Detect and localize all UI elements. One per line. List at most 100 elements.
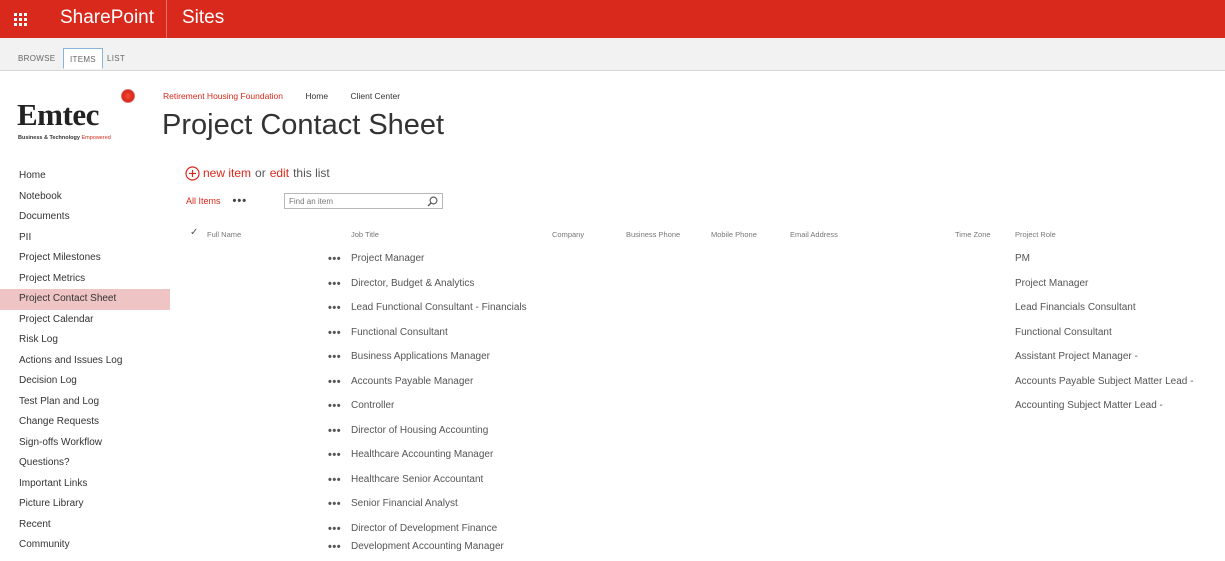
all-items-view[interactable]: All Items [186, 196, 221, 206]
suite-bar: SharePoint Sites [0, 0, 1225, 38]
this-list-text: this list [293, 166, 330, 180]
add-circle-icon[interactable] [185, 165, 200, 181]
job-title-cell: Director, Budget & Analytics [351, 277, 475, 289]
tab-list[interactable]: LIST [101, 48, 131, 69]
nav-item-notebook[interactable]: Notebook [0, 187, 170, 208]
nav-item-risk-log[interactable]: Risk Log [0, 330, 170, 351]
logo-tagline: Business & Technology Empowered [18, 135, 111, 141]
sharepoint-brand[interactable]: SharePoint [60, 6, 154, 30]
nav-item-documents[interactable]: Documents [0, 207, 170, 228]
column-header-business-phone[interactable]: Business Phone [626, 228, 680, 242]
nav-item-signoffs-workflow[interactable]: Sign-offs Workflow [0, 433, 170, 454]
nav-item-questions[interactable]: Questions? [0, 453, 170, 474]
project-role-cell: Project Manager [1015, 277, 1089, 289]
row-menu-icon[interactable]: ••• [328, 541, 341, 553]
tab-items[interactable]: ITEMS [63, 48, 103, 69]
nav-item-project-milestones[interactable]: Project Milestones [0, 248, 170, 269]
site-logo[interactable]: Emtec Business & Technology Empowered [17, 86, 157, 150]
logo-wordmark: Emtec [17, 97, 99, 132]
search-input[interactable] [289, 195, 419, 207]
nav-item-decision-log[interactable]: Decision Log [0, 371, 170, 392]
search-icon[interactable] [427, 196, 438, 207]
topnav-home[interactable]: Home [305, 91, 328, 101]
row-menu-icon[interactable]: ••• [328, 302, 341, 314]
nav-item-community[interactable]: Community [0, 535, 170, 556]
table-row[interactable]: ••• Development Accounting Manager [180, 536, 1220, 561]
select-all-check-icon[interactable]: ✓ [190, 227, 200, 239]
nav-item-test-plan-log[interactable]: Test Plan and Log [0, 392, 170, 413]
table-row[interactable]: ••• Senior Financial Analyst [180, 493, 1220, 518]
logo-red-dot [121, 89, 135, 103]
project-role-cell: Functional Consultant [1015, 326, 1112, 338]
or-text: or [255, 166, 266, 180]
project-role-cell: Accounts Payable Subject Matter Lead - [1015, 375, 1194, 387]
table-row[interactable]: ••• Controller Accounting Subject Matter… [180, 395, 1220, 420]
ribbon: BROWSE ITEMS LIST [0, 38, 1225, 71]
nav-item-important-links[interactable]: Important Links [0, 474, 170, 495]
nav-item-home[interactable]: Home [0, 166, 170, 187]
row-menu-icon[interactable]: ••• [328, 498, 341, 510]
job-title-cell: Project Manager [351, 253, 425, 264]
job-title-cell: Controller [351, 400, 395, 411]
column-header-mobile-phone[interactable]: Mobile Phone [711, 228, 757, 242]
row-menu-icon[interactable]: ••• [328, 474, 341, 486]
table-row[interactable]: ••• Director of Housing Accounting [180, 420, 1220, 445]
job-title-cell: Accounts Payable Manager [351, 375, 474, 387]
job-title-cell: Director of Housing Accounting [351, 424, 489, 436]
column-header-email-address[interactable]: Email Address [790, 228, 838, 242]
nav-item-recent[interactable]: Recent [0, 515, 170, 536]
quick-launch-nav: Home Notebook Documents PII Project Mile… [0, 166, 170, 556]
row-menu-icon[interactable]: ••• [328, 351, 341, 363]
nav-item-project-metrics[interactable]: Project Metrics [0, 269, 170, 290]
view-more-icon[interactable]: ••• [233, 196, 248, 207]
column-header-full-name[interactable]: Full Name [207, 228, 241, 242]
table-row[interactable]: ••• Healthcare Senior Accountant [180, 469, 1220, 494]
site-breadcrumb[interactable]: Retirement Housing Foundation [163, 91, 283, 101]
column-header-project-role[interactable]: Project Role [1015, 228, 1056, 242]
job-title-cell: Business Applications Manager [351, 351, 490, 362]
new-item-bar: new item or edit this list [185, 164, 334, 182]
view-selector: All Items ••• [186, 192, 247, 210]
row-menu-icon[interactable]: ••• [328, 523, 341, 535]
nav-item-actions-issues-log[interactable]: Actions and Issues Log [0, 351, 170, 372]
table-row[interactable]: ••• Business Applications Manager Assist… [180, 346, 1220, 371]
row-menu-icon[interactable]: ••• [328, 425, 341, 437]
sites-link[interactable]: Sites [182, 6, 224, 30]
job-title-cell: Functional Consultant [351, 326, 448, 338]
job-title-cell: Senior Financial Analyst [351, 498, 458, 509]
row-menu-icon[interactable]: ••• [328, 327, 341, 339]
job-title-cell: Healthcare Accounting Manager [351, 449, 494, 460]
edit-list-link[interactable]: edit [270, 164, 289, 182]
row-menu-icon[interactable]: ••• [328, 253, 341, 265]
row-menu-icon[interactable]: ••• [328, 376, 341, 388]
job-title-cell: Healthcare Senior Accountant [351, 473, 484, 485]
row-menu-icon[interactable]: ••• [328, 449, 341, 461]
table-row[interactable]: ••• Functional Consultant Functional Con… [180, 322, 1220, 347]
column-header-job-title[interactable]: Job Title [351, 228, 379, 242]
row-menu-icon[interactable]: ••• [328, 400, 341, 412]
tab-browse[interactable]: BROWSE [12, 48, 61, 69]
project-role-cell: Lead Financials Consultant [1015, 302, 1136, 313]
table-row[interactable]: ••• Lead Functional Consultant - Financi… [180, 297, 1220, 322]
table-row[interactable]: ••• Healthcare Accounting Manager [180, 444, 1220, 469]
row-menu-icon[interactable]: ••• [328, 278, 341, 290]
nav-item-picture-library[interactable]: Picture Library [0, 494, 170, 515]
nav-item-change-requests[interactable]: Change Requests [0, 412, 170, 433]
column-header-time-zone[interactable]: Time Zone [955, 228, 991, 242]
job-title-cell: Development Accounting Manager [351, 541, 504, 552]
nav-item-pii[interactable]: PII [0, 228, 170, 249]
project-role-cell: Accounting Subject Matter Lead - [1015, 400, 1163, 411]
nav-item-project-calendar[interactable]: Project Calendar [0, 310, 170, 331]
logo-tagline-accent: Empowered [81, 135, 111, 141]
search-box[interactable] [284, 193, 443, 209]
app-launcher-icon[interactable] [0, 0, 41, 38]
project-role-cell: Assistant Project Manager - [1015, 351, 1138, 362]
topnav-client-center[interactable]: Client Center [350, 91, 400, 101]
column-header-company[interactable]: Company [552, 228, 584, 242]
new-item-link[interactable]: new item [203, 164, 251, 182]
table-row[interactable]: ••• Accounts Payable Manager Accounts Pa… [180, 371, 1220, 396]
table-row[interactable]: ••• Project Manager PM [180, 248, 1220, 273]
table-row[interactable]: ••• Director, Budget & Analytics Project… [180, 273, 1220, 298]
job-title-cell: Lead Functional Consultant - Financials [351, 302, 527, 313]
nav-item-project-contact-sheet[interactable]: Project Contact Sheet [0, 289, 170, 310]
